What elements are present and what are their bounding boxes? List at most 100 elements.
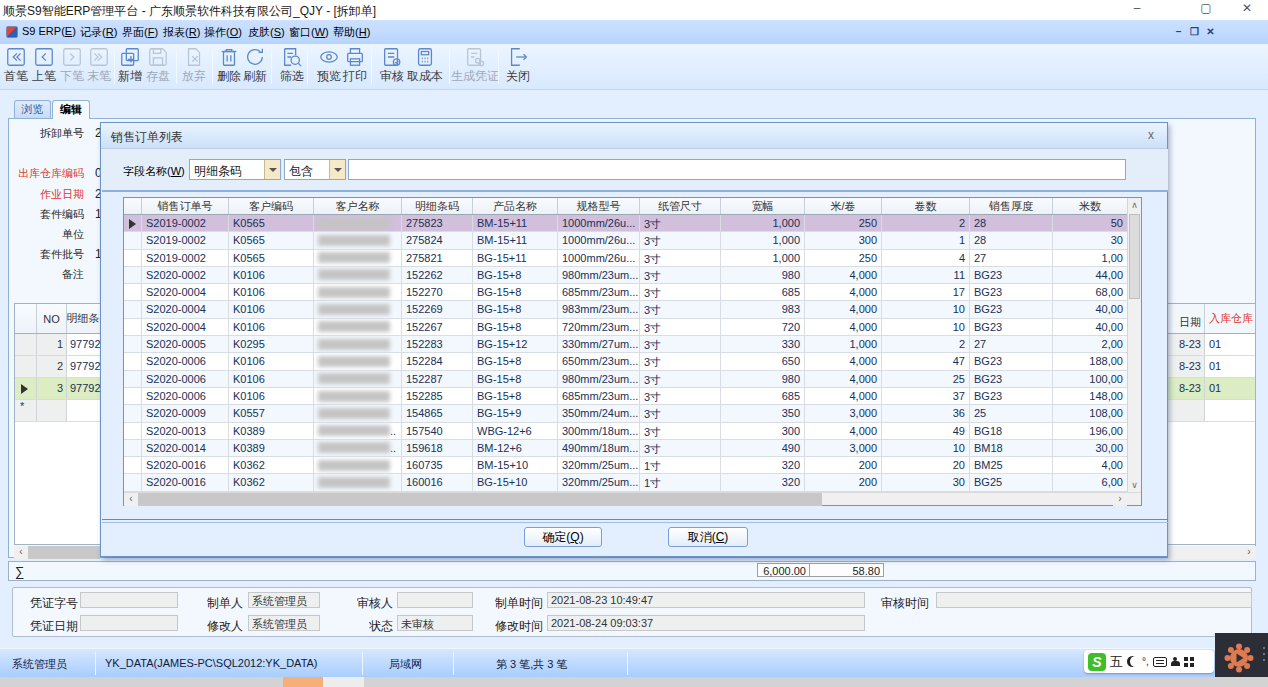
col-spec-model[interactable]: 规格型号 xyxy=(558,198,640,214)
prev-record-button[interactable]: 上笔 xyxy=(30,46,58,85)
menu-record[interactable]: 记录(R) xyxy=(80,25,117,40)
sales-order-row[interactable]: S2019-0002 K0565 275823 BM-15+11 1000mm/… xyxy=(124,215,1141,232)
grid-menu-icon[interactable] xyxy=(1184,657,1194,667)
detail-row-right[interactable]: 8-23 01 xyxy=(1160,378,1255,400)
mdi-close-icon[interactable]: ✕ xyxy=(1204,25,1217,38)
print-button[interactable]: 打印 xyxy=(341,46,369,85)
col-tube-size[interactable]: 纸管尺寸 xyxy=(640,198,721,214)
delete-button[interactable]: 删除 xyxy=(215,46,243,85)
gen-voucher-button[interactable]: 生成凭证 xyxy=(447,46,503,85)
menu-window[interactable]: 窗口(W) xyxy=(289,25,329,40)
cancel-button[interactable]: 取消(C) xyxy=(668,527,748,547)
vscroll-thumb[interactable] xyxy=(1129,214,1140,299)
tab-browse[interactable]: 浏览 xyxy=(14,100,51,118)
detail-row-right[interactable]: 8-23 01 xyxy=(1160,356,1255,378)
moon-icon[interactable] xyxy=(1127,656,1138,667)
person-icon[interactable] xyxy=(1171,657,1180,666)
detail-row[interactable]: 2 97792 xyxy=(15,356,110,378)
last-record-button[interactable]: 末笔 xyxy=(85,46,113,85)
detail-row[interactable]: * xyxy=(15,400,110,422)
punct-icon[interactable]: °, xyxy=(1142,656,1149,667)
filter-button[interactable]: 筛选 xyxy=(278,46,306,85)
ok-button[interactable]: 确定(Q) xyxy=(524,527,602,547)
menu-help[interactable]: 帮助(H) xyxy=(333,25,370,40)
audit-button[interactable]: 审核 xyxy=(378,46,406,85)
sales-order-row[interactable]: S2020-0006 K0106 152284 BG-15+8 650mm/23… xyxy=(124,353,1141,370)
taskbar-active-app[interactable] xyxy=(283,677,323,687)
save-button[interactable]: 存盘 xyxy=(144,46,172,85)
menu-report[interactable]: 报表(R) xyxy=(163,25,200,40)
detail-row[interactable]: 1 97792 xyxy=(15,334,110,356)
col-customer-name[interactable]: 客户名称 xyxy=(314,198,402,214)
sales-order-row[interactable]: S2020-0016 K0362 160735 BM-15+10 320mm/2… xyxy=(124,457,1141,474)
sales-order-row[interactable]: S2020-0013 K0389 .. 157540 WBG-12+6 300m… xyxy=(124,423,1141,440)
filter-text-input[interactable] xyxy=(348,159,1126,180)
refresh-button[interactable]: 刷新 xyxy=(241,46,269,85)
tab-edit[interactable]: 编辑 xyxy=(52,100,90,119)
grid-hscroll-thumb[interactable] xyxy=(138,493,822,506)
menu-s9erp[interactable]: S9 ERP(E) xyxy=(22,25,76,37)
sales-order-row[interactable]: S2020-0006 K0106 152285 BG-15+8 685mm/23… xyxy=(124,388,1141,405)
form-hscrollbar-right[interactable]: › xyxy=(1168,546,1256,559)
col-sales-order-no[interactable]: 销售订单号 xyxy=(142,198,229,214)
col-meters[interactable]: 米数 xyxy=(1053,198,1127,214)
voucher-no-field[interactable] xyxy=(80,592,178,608)
first-record-button[interactable]: 首笔 xyxy=(2,46,30,85)
menu-action[interactable]: 操作(O) xyxy=(204,25,242,40)
new-button[interactable]: 新增 xyxy=(116,46,144,85)
col-width[interactable]: 宽幅 xyxy=(721,198,805,214)
scroll-left-icon[interactable]: ‹ xyxy=(124,493,138,506)
grid-vscrollbar[interactable]: ∧ ∨ xyxy=(1127,198,1141,492)
chevron-down-icon[interactable] xyxy=(264,160,280,179)
detail-row-right[interactable] xyxy=(1160,400,1255,422)
filter-field-select[interactable]: 明细条码 xyxy=(189,159,281,180)
col-meters-per-roll[interactable]: 米/卷 xyxy=(805,198,882,214)
scroll-down-icon[interactable]: ∨ xyxy=(1128,478,1141,492)
col-sales-thickness[interactable]: 销售厚度 xyxy=(970,198,1053,214)
col-detail-barcode[interactable]: 明细条码 xyxy=(402,198,473,214)
mdi-restore-icon[interactable]: ❐ xyxy=(1188,25,1201,38)
sales-order-row[interactable]: S2020-0016 K0362 160016 BG-15+10 320mm/2… xyxy=(124,474,1141,491)
tray-app[interactable] xyxy=(1215,633,1268,682)
form-hscrollbar-left[interactable]: ‹ xyxy=(14,546,100,559)
form-hscroll-thumb[interactable] xyxy=(28,546,100,559)
sales-order-row[interactable]: S2019-0002 K0565 275824 BM-15+11 1000mm/… xyxy=(124,232,1141,249)
sales-order-row[interactable]: S2020-0002 K0106 152262 BG-15+8 980mm/23… xyxy=(124,267,1141,284)
sales-order-row[interactable]: S2020-0005 K0295 152283 BG-15+12 330mm/2… xyxy=(124,336,1141,353)
next-record-button[interactable]: 下笔 xyxy=(58,46,86,85)
preview-button[interactable]: 预览 xyxy=(315,46,343,85)
sales-order-row[interactable]: S2020-0006 K0106 152287 BG-15+8 980mm/23… xyxy=(124,371,1141,388)
col-roll-count[interactable]: 卷数 xyxy=(882,198,970,214)
window-minimize-icon[interactable]: – xyxy=(1119,0,1155,18)
grid-hscrollbar[interactable]: ‹ › xyxy=(124,492,1141,505)
sales-order-row[interactable]: S2020-0014 K0389 .. 159618 BM-12+6 490mm… xyxy=(124,440,1141,457)
window-close-icon[interactable]: ✕ xyxy=(1229,0,1265,18)
filter-operator-select[interactable]: 包含 xyxy=(284,159,346,180)
sun-flower-icon[interactable] xyxy=(1222,641,1256,675)
close-form-button[interactable]: 关闭 xyxy=(504,46,532,85)
scroll-right-icon[interactable]: › xyxy=(1242,546,1256,559)
sales-order-row[interactable]: S2019-0002 K0565 275821 BG-15+11 1000mm/… xyxy=(124,250,1141,267)
sales-order-row[interactable]: S2020-0004 K0106 152267 BG-15+8 720mm/23… xyxy=(124,319,1141,336)
col-no[interactable]: NO xyxy=(37,304,67,333)
dialog-close-icon[interactable]: x xyxy=(1143,128,1159,144)
ime-bar[interactable]: S 五 °, xyxy=(1084,650,1214,673)
abandon-button[interactable]: 放弃 xyxy=(180,46,208,85)
mdi-minimize-icon[interactable]: – xyxy=(1172,25,1185,38)
get-cost-button[interactable]: 取成本 xyxy=(405,46,445,85)
col-customer-code[interactable]: 客户编码 xyxy=(229,198,314,214)
scroll-up-icon[interactable]: ∧ xyxy=(1128,198,1141,212)
sales-order-row[interactable]: S2020-0004 K0106 152270 BG-15+8 685mm/23… xyxy=(124,284,1141,301)
menu-ui[interactable]: 界面(F) xyxy=(122,25,158,40)
keyboard-icon[interactable] xyxy=(1153,657,1167,667)
scroll-left-icon[interactable]: ‹ xyxy=(14,546,28,559)
voucher-date-field[interactable] xyxy=(80,615,178,631)
sales-order-row[interactable]: S2020-0004 K0106 152269 BG-15+8 983mm/23… xyxy=(124,301,1141,318)
chevron-down-icon[interactable] xyxy=(329,160,345,179)
detail-row-right[interactable]: 8-23 01 xyxy=(1160,334,1255,356)
window-maximize-icon[interactable]: ▢ xyxy=(1188,0,1224,18)
ime-mode[interactable]: 五 xyxy=(1110,653,1123,671)
scroll-right-icon[interactable]: › xyxy=(1113,493,1127,506)
taskbar-app[interactable] xyxy=(323,677,364,687)
sales-order-row[interactable]: S2020-0009 K0557 154865 BG-15+9 350mm/24… xyxy=(124,405,1141,422)
